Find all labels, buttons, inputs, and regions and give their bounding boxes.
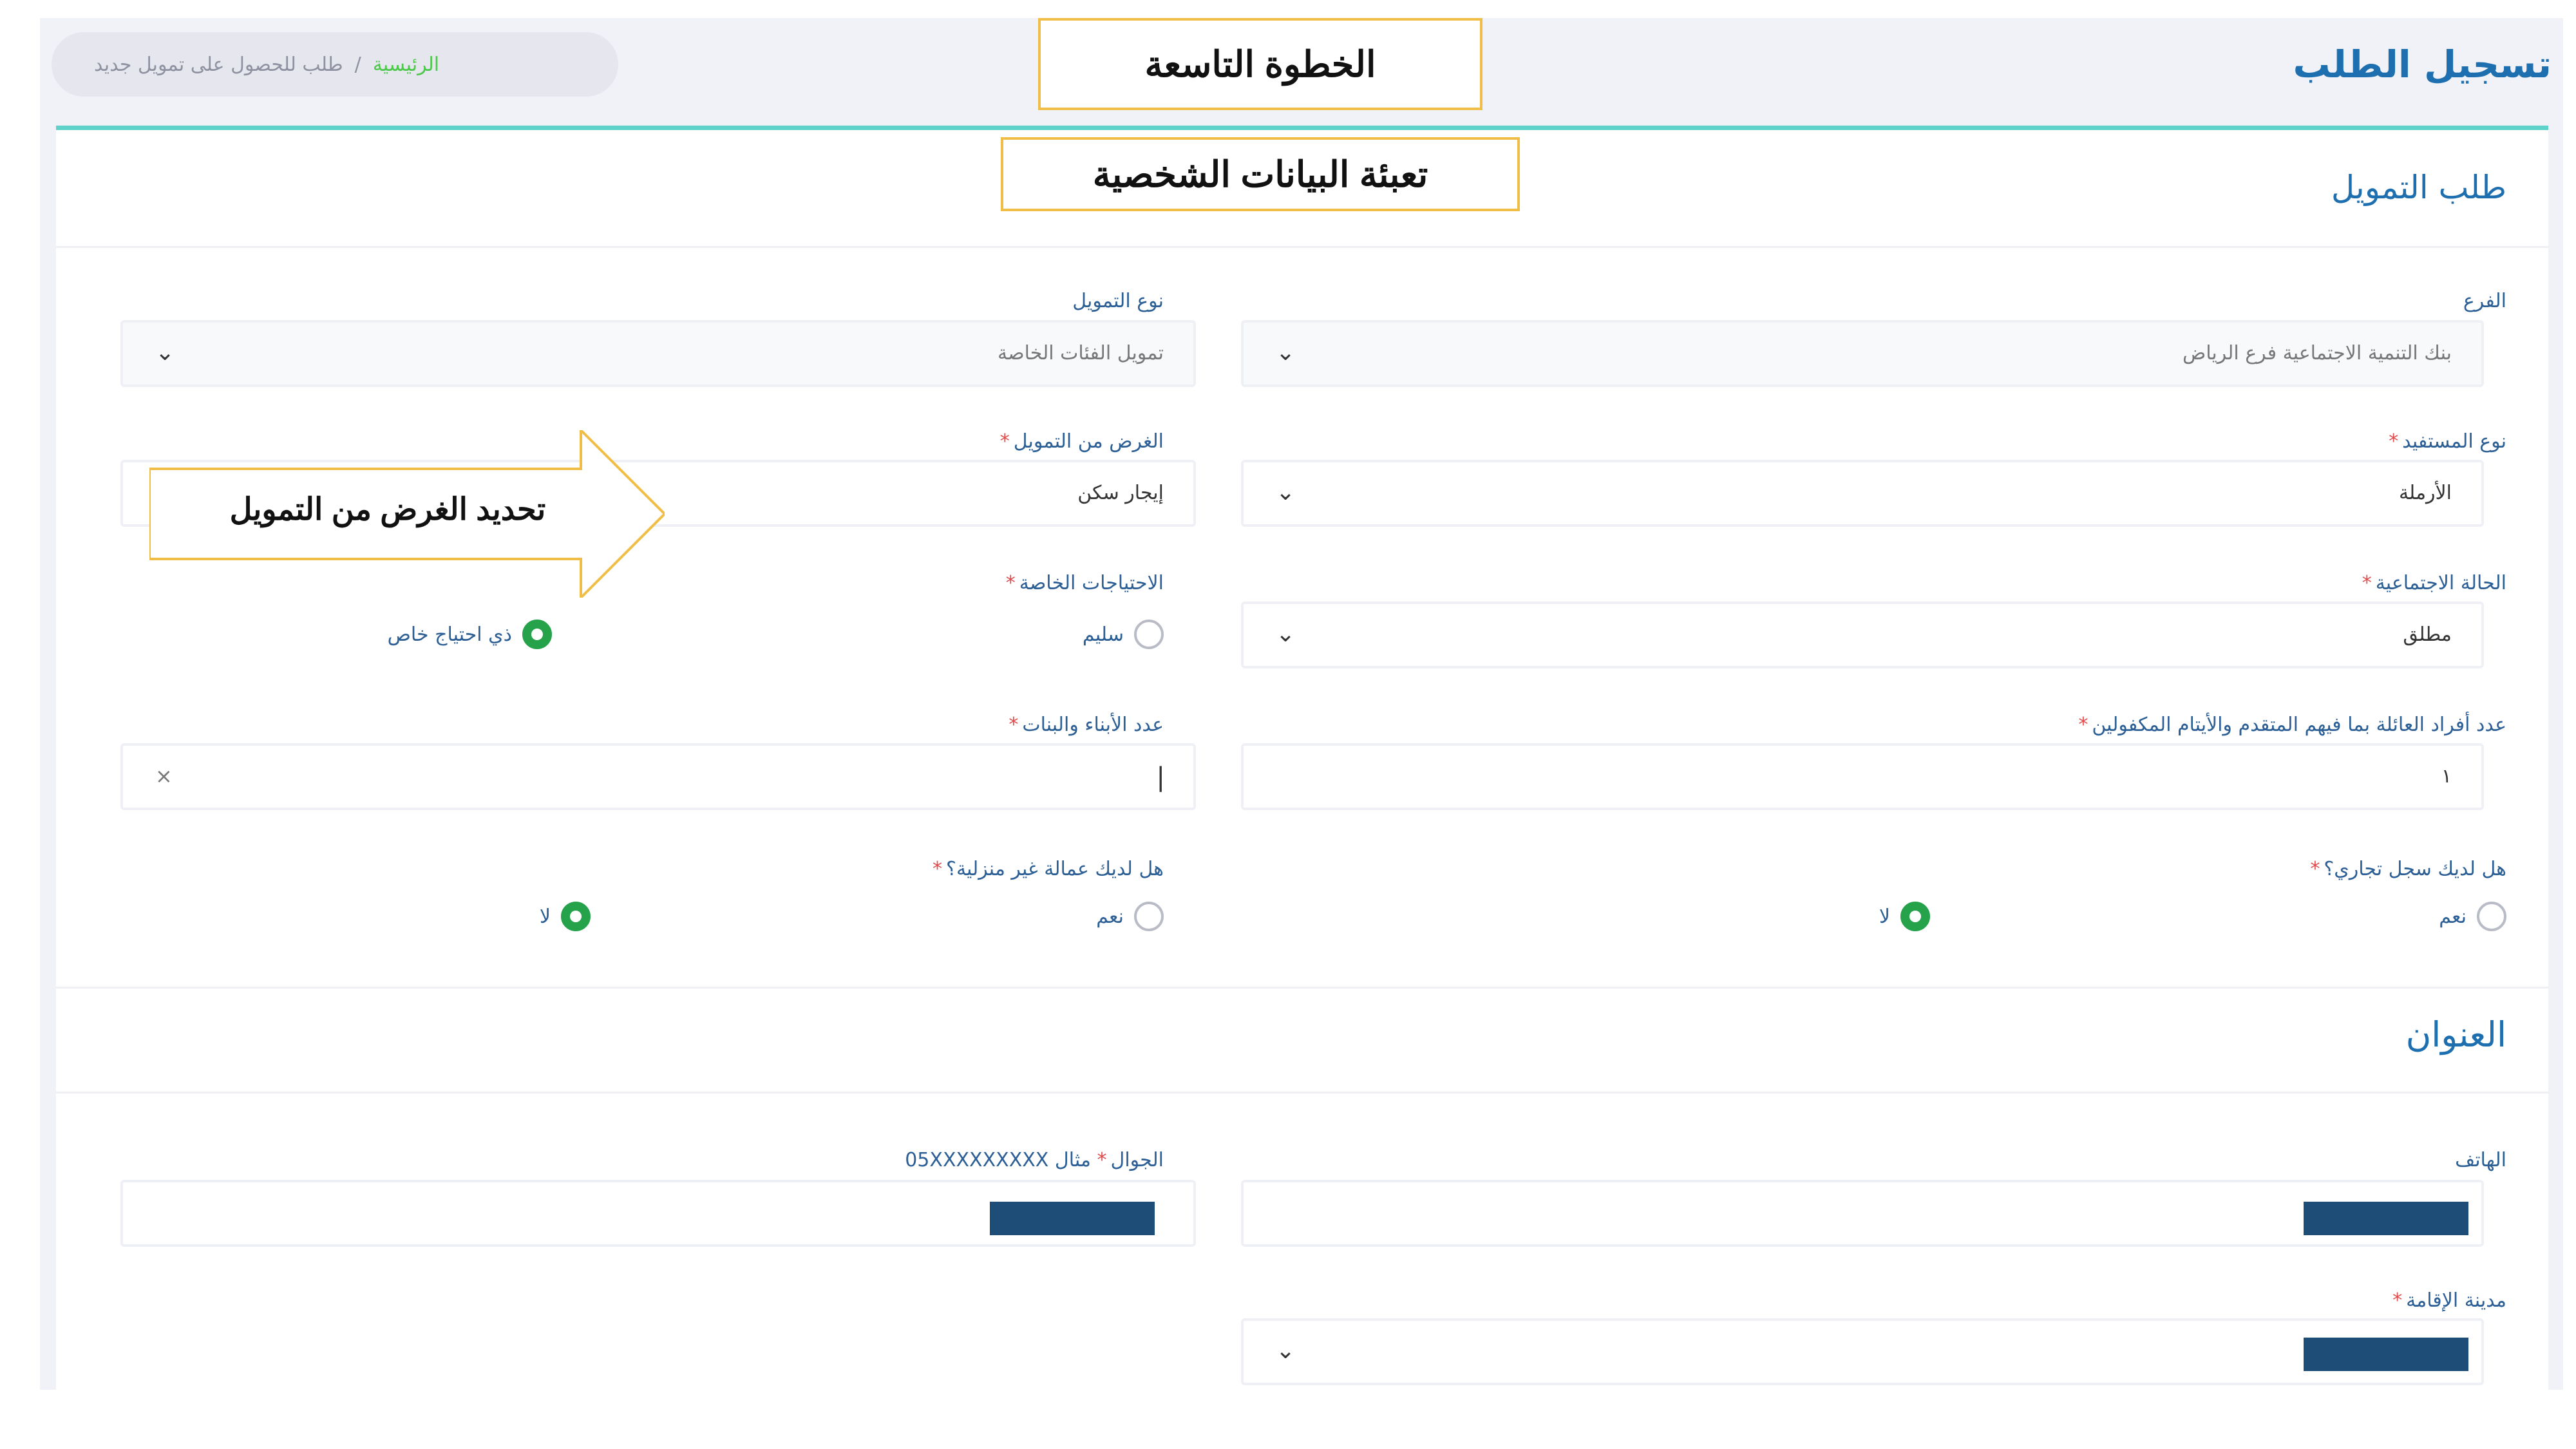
phone-label: الهاتف xyxy=(2455,1149,2506,1171)
redacted-value xyxy=(990,1202,1155,1235)
domestic-worker-label: هل لديك عمالة غير منزلية؟* xyxy=(933,858,1164,880)
redacted-value xyxy=(2304,1338,2468,1371)
section-title-address: العنوان xyxy=(2405,1014,2506,1055)
mobile-label-text: الجوال xyxy=(1110,1149,1164,1171)
option-label: لا xyxy=(1879,905,1890,928)
mobile-input[interactable] xyxy=(120,1180,1196,1247)
city-label-text: مدينة الإقامة xyxy=(2406,1289,2506,1312)
financing-type-value: تمويل الفئات الخاصة xyxy=(998,342,1164,365)
financing-purpose-label-text: الغرض من التمويل xyxy=(1013,430,1164,453)
option-label: لا xyxy=(539,905,551,928)
section-note-callout: تعبئة البيانات الشخصية xyxy=(1001,137,1520,211)
branch-label: الفرع xyxy=(2463,290,2506,312)
beneficiary-type-label-text: نوع المستفيد xyxy=(2402,430,2506,453)
branch-value: بنك التنمية الاجتماعية فرع الرياض xyxy=(2182,342,2452,365)
chevron-down-icon: ⌄ xyxy=(1276,621,1296,647)
page-title: تسجيل الطلب xyxy=(2293,43,2552,86)
domestic-worker-option-yes[interactable]: نعم xyxy=(1096,902,1164,931)
address-section-header: العنوان xyxy=(56,987,2548,1094)
option-label: ذي احتياج خاص xyxy=(387,623,512,646)
children-count-label-text: عدد الأبناء والبنات xyxy=(1022,714,1164,736)
special-needs-option-special[interactable]: ذي احتياج خاص xyxy=(388,620,552,649)
branch-select[interactable]: بنك التنمية الاجتماعية فرع الرياض ⌄ xyxy=(1241,320,2484,387)
chevron-down-icon: ⌄ xyxy=(155,339,175,366)
breadcrumb-separator: / xyxy=(354,53,361,76)
required-mark: * xyxy=(2078,714,2088,736)
children-count-input[interactable]: | × xyxy=(120,743,1196,810)
breadcrumb-current: طلب للحصول على تمويل جديد xyxy=(94,53,343,76)
chevron-down-icon: ⌄ xyxy=(1276,479,1296,506)
marital-status-label: الحالة الاجتماعية* xyxy=(2362,572,2506,594)
financing-type-label: نوع التمويل xyxy=(1072,290,1164,312)
special-needs-option-healthy[interactable]: سليم xyxy=(1083,620,1164,649)
required-mark: * xyxy=(1009,714,1019,736)
redacted-value xyxy=(2304,1202,2468,1235)
required-mark: * xyxy=(2310,858,2320,880)
commercial-register-option-yes[interactable]: نعم xyxy=(2439,902,2506,931)
beneficiary-type-value: الأرملة xyxy=(2398,482,2452,504)
family-members-value: ١ xyxy=(2441,765,2452,788)
breadcrumb-home-link[interactable]: الرئيسية xyxy=(373,53,439,76)
family-members-input[interactable]: ١ xyxy=(1241,743,2484,810)
breadcrumb: الرئيسية / طلب للحصول على تمويل جديد xyxy=(52,32,618,97)
commercial-register-option-no[interactable]: لا xyxy=(1879,902,1930,931)
radio-icon xyxy=(2477,902,2506,931)
chevron-down-icon: ⌄ xyxy=(1276,1338,1296,1364)
option-label: سليم xyxy=(1082,623,1124,646)
arrow-callout-text: تحديد الغرض من التمويل xyxy=(229,493,546,527)
commercial-register-label: هل لديك سجل تجاري؟* xyxy=(2310,858,2506,880)
city-label: مدينة الإقامة* xyxy=(2392,1289,2506,1312)
children-count-label: عدد الأبناء والبنات* xyxy=(1009,714,1164,736)
radio-selected-icon xyxy=(561,902,591,931)
chevron-down-icon: ⌄ xyxy=(1276,339,1296,366)
commercial-register-label-text: هل لديك سجل تجاري؟ xyxy=(2324,858,2506,880)
financing-purpose-value: إيجار سكن xyxy=(1077,482,1164,504)
radio-selected-icon xyxy=(1900,902,1930,931)
family-members-label: عدد أفراد العائلة بما فيهم المتقدم والأي… xyxy=(2078,714,2506,736)
step-callout: الخطوة التاسعة xyxy=(1038,18,1482,110)
financing-type-select[interactable]: تمويل الفئات الخاصة ⌄ xyxy=(120,320,1196,387)
radio-selected-icon xyxy=(522,620,552,649)
domestic-worker-label-text: هل لديك عمالة غير منزلية؟ xyxy=(946,858,1164,880)
radio-icon xyxy=(1134,620,1164,649)
city-select[interactable]: ⌄ xyxy=(1241,1318,2484,1385)
required-mark: * xyxy=(2362,572,2372,594)
required-mark: * xyxy=(933,858,943,880)
phone-input[interactable] xyxy=(1241,1180,2484,1247)
radio-icon xyxy=(1134,902,1164,931)
mobile-label: الجوال* مثال 05XXXXXXXXX xyxy=(905,1149,1164,1171)
domestic-worker-option-no[interactable]: لا xyxy=(540,902,591,931)
beneficiary-type-select[interactable]: الأرملة ⌄ xyxy=(1241,460,2484,527)
option-label: نعم xyxy=(1096,905,1124,928)
beneficiary-type-label: نوع المستفيد* xyxy=(2389,430,2506,453)
special-needs-label: الاحتياجات الخاصة* xyxy=(1006,572,1164,594)
mobile-hint: مثال 05XXXXXXXXX xyxy=(905,1149,1091,1171)
required-mark: * xyxy=(1005,572,1016,594)
financing-form-card: طلب التمويل الفرع بنك التنمية الاجتماعية… xyxy=(56,126,2548,1390)
required-mark: * xyxy=(1097,1149,1107,1171)
family-members-label-text: عدد أفراد العائلة بما فيهم المتقدم والأي… xyxy=(2092,714,2506,736)
text-cursor: | xyxy=(1156,762,1165,792)
required-mark: * xyxy=(999,430,1010,453)
section-title-financing: طلب التمويل xyxy=(2331,169,2506,206)
financing-purpose-label: الغرض من التمويل* xyxy=(1000,430,1164,453)
marital-status-label-text: الحالة الاجتماعية xyxy=(2375,572,2506,594)
option-label: نعم xyxy=(2439,905,2467,928)
marital-status-value: مطلق xyxy=(2403,623,2452,646)
required-mark: * xyxy=(2392,1289,2403,1312)
special-needs-label-text: الاحتياجات الخاصة xyxy=(1019,572,1164,594)
required-mark: * xyxy=(2389,430,2399,453)
marital-status-select[interactable]: مطلق ⌄ xyxy=(1241,601,2484,668)
clear-icon[interactable]: × xyxy=(155,764,173,788)
app-frame: تسجيل الطلب الرئيسية / طلب للحصول على تم… xyxy=(40,18,2563,1390)
